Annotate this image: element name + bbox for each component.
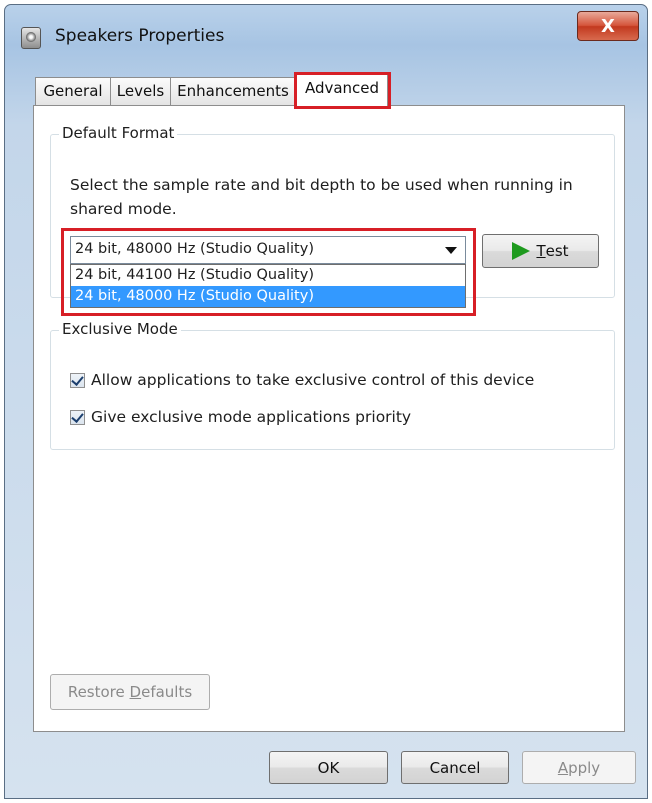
apply-label: pply (568, 758, 601, 777)
app-speaker-icon (21, 27, 41, 49)
exclusive-mode-legend: Exclusive Mode (59, 320, 181, 338)
dropdown-highlight (61, 228, 476, 316)
speakers-properties-window: Speakers Properties X General Levels Enh… (4, 4, 648, 799)
default-format-group: Default Format Select the sample rate an… (50, 124, 615, 316)
advanced-tab-highlight (294, 72, 391, 109)
default-format-description: Select the sample rate and bit depth to … (70, 176, 573, 218)
dialog-body: General Levels Enhancements Advanced Def… (15, 65, 639, 789)
restore-label-end: efaults (141, 683, 193, 701)
close-button[interactable]: X (577, 11, 639, 41)
tab-general[interactable]: General (35, 77, 111, 105)
title-bar[interactable]: Speakers Properties X (5, 5, 647, 63)
restore-mnemonic: D (129, 683, 142, 701)
play-icon (512, 242, 531, 260)
cancel-button[interactable]: Cancel (401, 751, 509, 784)
test-button[interactable]: Test (482, 234, 599, 268)
allow-exclusive-row[interactable]: Allow applications to take exclusive con… (70, 371, 534, 389)
restore-defaults-button[interactable]: Restore Defaults (50, 674, 210, 710)
default-format-legend: Default Format (59, 124, 178, 142)
test-label: est (545, 242, 569, 260)
apply-mnemonic: A (557, 758, 569, 777)
exclusive-mode-group: Exclusive Mode Allow applications to tak… (50, 320, 615, 450)
allow-exclusive-label: Allow applications to take exclusive con… (91, 371, 535, 389)
restore-label-start: Restore (67, 683, 125, 701)
ok-label: OK (317, 758, 340, 777)
close-icon: X (601, 15, 615, 37)
allow-exclusive-checkbox[interactable] (70, 372, 85, 388)
tab-levels[interactable]: Levels (110, 77, 171, 105)
window-title: Speakers Properties (55, 26, 225, 46)
advanced-page: Default Format Select the sample rate an… (33, 105, 625, 732)
test-mnemonic: T (536, 242, 546, 260)
tab-enhancements[interactable]: Enhancements (170, 77, 296, 105)
priority-row[interactable]: Give exclusive mode applications priorit… (70, 408, 411, 426)
ok-button[interactable]: OK (269, 751, 388, 784)
priority-checkbox[interactable] (70, 409, 85, 425)
apply-button[interactable]: Apply (522, 751, 636, 784)
cancel-label: Cancel (429, 758, 481, 777)
priority-label: Give exclusive mode applications priorit… (91, 408, 412, 426)
